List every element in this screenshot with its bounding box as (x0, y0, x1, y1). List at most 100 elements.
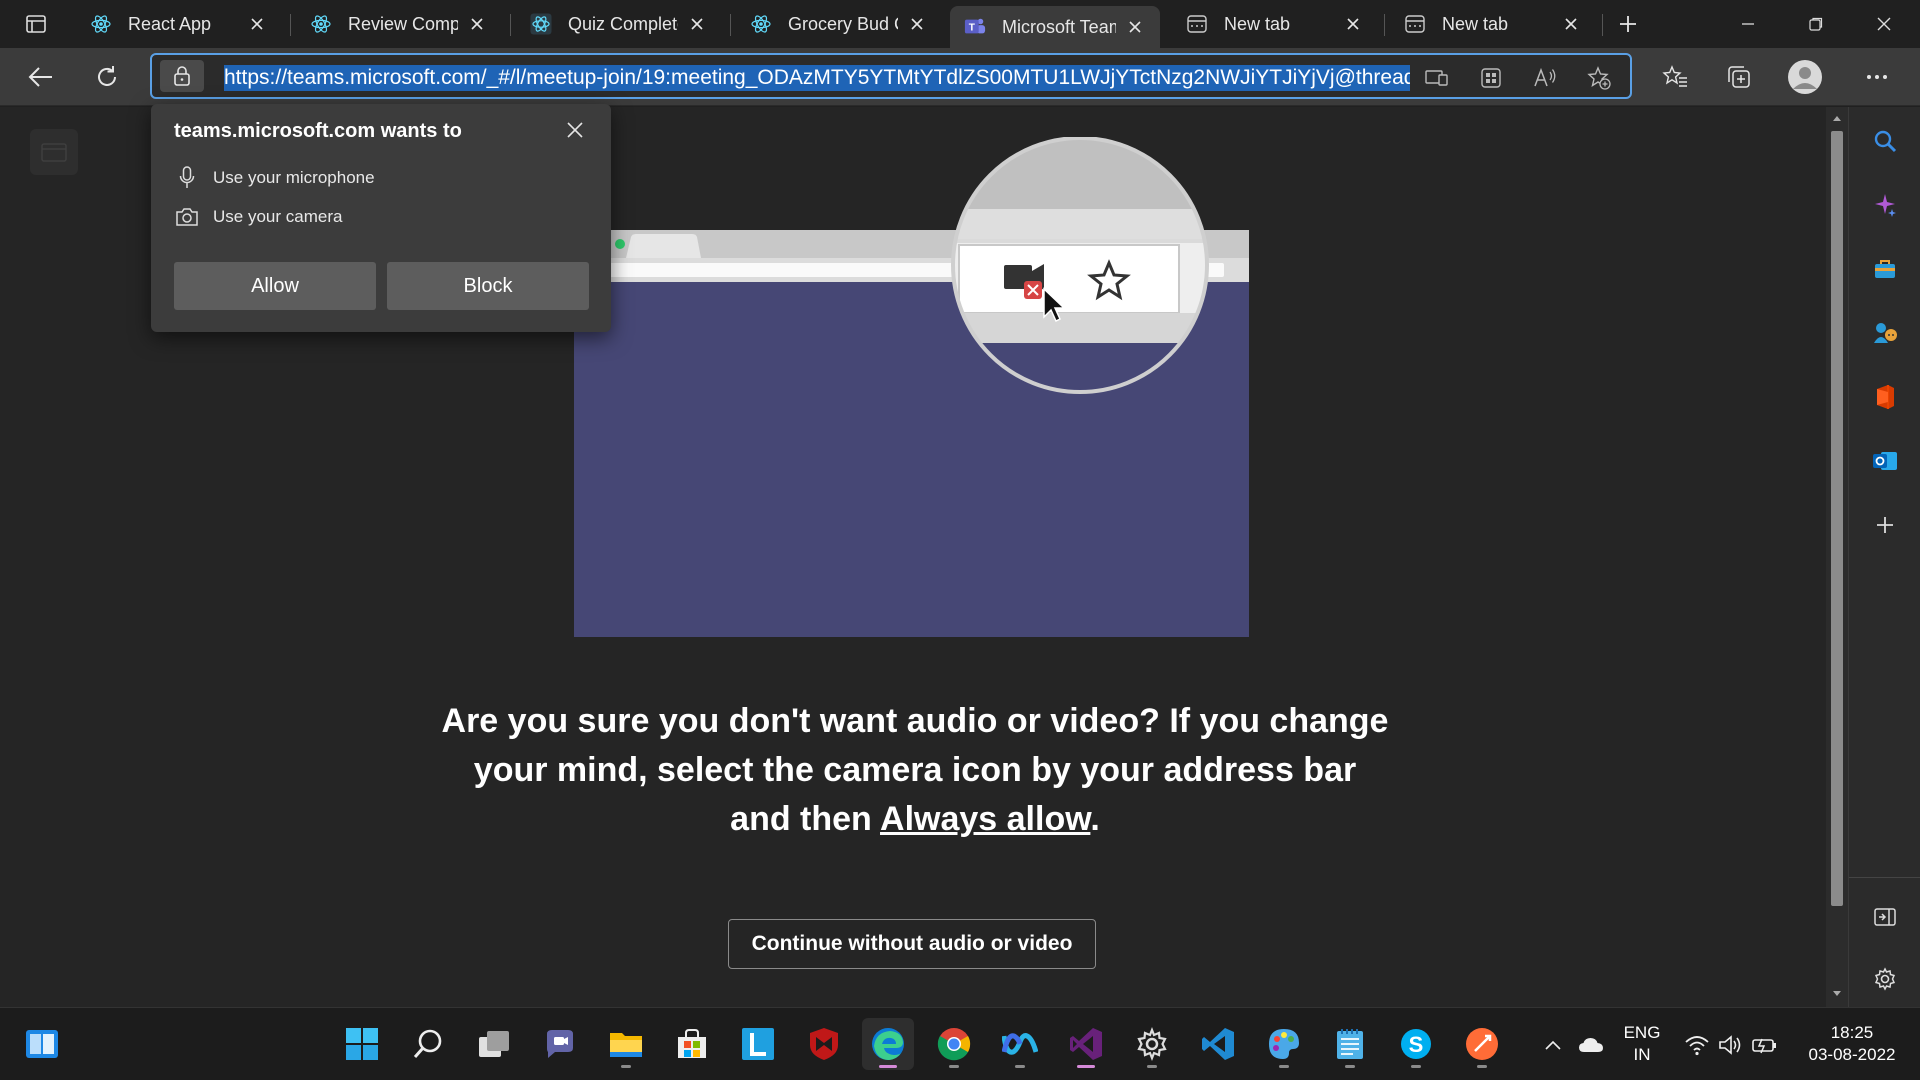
camera-label: Use your camera (213, 207, 343, 226)
tab-title: Review Complete (348, 13, 458, 34)
url-text[interactable]: https://teams.microsoft.com/_#/l/meetup-… (224, 65, 1410, 91)
tab-actions-button[interactable] (10, 8, 62, 40)
back-arrow-icon (28, 67, 52, 87)
battery-icon[interactable] (1750, 1030, 1780, 1060)
tab-new-tab-1[interactable]: New tab (1172, 6, 1378, 42)
sidebar-divider (1849, 877, 1920, 878)
onedrive-cloud-icon[interactable] (1576, 1030, 1606, 1060)
mcafee-icon[interactable] (798, 1018, 850, 1070)
running-indicator (1345, 1065, 1355, 1068)
chrome-icon[interactable] (928, 1018, 980, 1070)
tab-separator (1602, 14, 1603, 36)
scroll-down-arrow-icon[interactable] (1830, 987, 1844, 1001)
teams-app-icon (30, 129, 78, 175)
restore-button[interactable] (1782, 0, 1850, 48)
lock-icon (174, 66, 190, 86)
site-info-button[interactable] (160, 60, 204, 92)
close-icon[interactable] (466, 13, 488, 35)
close-icon[interactable] (246, 13, 268, 35)
react-icon (750, 13, 772, 35)
running-indicator (1411, 1065, 1421, 1068)
notepad-icon[interactable] (1324, 1018, 1376, 1070)
close-icon[interactable] (906, 13, 928, 35)
add-favorite-icon[interactable] (1584, 63, 1614, 93)
postman-icon[interactable] (1456, 1018, 1508, 1070)
profile-button[interactable] (1786, 58, 1824, 96)
close-window-button[interactable] (1850, 0, 1918, 48)
tab-title: New tab (1224, 13, 1291, 34)
headline-end: . (1090, 800, 1100, 838)
settings-gear-icon[interactable] (1126, 1018, 1178, 1070)
gear-icon[interactable] (1865, 959, 1905, 999)
back-button[interactable] (22, 58, 60, 96)
search-icon[interactable] (1865, 121, 1905, 161)
l-app-icon[interactable] (732, 1018, 784, 1070)
browser-toolbar: https://teams.microsoft.com/_#/l/meetup-… (0, 48, 1920, 106)
tab-review-complete[interactable]: Review Complete (296, 6, 502, 42)
favorites-button[interactable] (1656, 58, 1694, 96)
new-tab-page-icon (1404, 13, 1426, 35)
tab-strip: React App Review Complete Quiz Complete … (0, 0, 1920, 48)
edge-browser-icon[interactable] (862, 1018, 914, 1070)
office-icon[interactable] (1865, 377, 1905, 417)
new-tab-button[interactable] (1610, 8, 1646, 40)
language-indicator[interactable]: ENG IN (1618, 1022, 1666, 1066)
webex-icon[interactable] (994, 1018, 1046, 1070)
running-indicator (1015, 1065, 1025, 1068)
clock[interactable]: 18:25 03-08-2022 (1794, 1022, 1910, 1066)
visual-studio-icon[interactable] (1060, 1018, 1112, 1070)
start-windows-icon[interactable] (336, 1018, 388, 1070)
page-scrollbar[interactable] (1826, 107, 1848, 1007)
discover-sparkle-icon[interactable] (1865, 185, 1905, 225)
skype-icon[interactable]: S (1390, 1018, 1442, 1070)
microsoft-store-icon[interactable] (666, 1018, 718, 1070)
tab-quiz-complete[interactable]: Quiz Complete (516, 6, 722, 42)
minimize-button[interactable] (1714, 0, 1782, 48)
allow-button[interactable]: Allow (174, 262, 376, 310)
close-icon[interactable] (1342, 13, 1364, 35)
show-hidden-icons-chevron-up-icon[interactable] (1538, 1030, 1568, 1060)
close-icon[interactable] (559, 114, 591, 146)
teams-chat-icon[interactable] (534, 1018, 586, 1070)
paint-icon[interactable] (1258, 1018, 1310, 1070)
refresh-icon (98, 66, 116, 86)
plus-icon (1620, 16, 1636, 32)
tab-new-tab-2[interactable]: New tab (1390, 6, 1596, 42)
close-icon[interactable] (1560, 13, 1582, 35)
settings-and-more-button[interactable] (1858, 58, 1896, 96)
tab-group-icon[interactable] (1476, 63, 1506, 93)
outlook-icon[interactable] (1865, 441, 1905, 481)
svg-text:S: S (1409, 1032, 1424, 1057)
close-icon (1877, 17, 1891, 31)
vscode-icon[interactable] (1192, 1018, 1244, 1070)
microphone-label: Use your microphone (213, 168, 375, 187)
close-icon[interactable] (686, 13, 708, 35)
search-icon[interactable] (402, 1018, 454, 1070)
read-aloud-icon[interactable] (1530, 63, 1560, 93)
scroll-thumb[interactable] (1831, 131, 1843, 906)
volume-icon[interactable] (1716, 1030, 1746, 1060)
refresh-button[interactable] (88, 58, 126, 96)
hide-sidebar-icon[interactable] (1865, 897, 1905, 937)
tab-grocery-bud[interactable]: Grocery Bud Code (736, 6, 942, 42)
permission-camera-row: Use your camera (175, 203, 342, 231)
tab-microsoft-teams[interactable]: T Microsoft Teams (950, 6, 1160, 48)
continue-without-audio-video-button[interactable]: Continue without audio or video (728, 919, 1096, 969)
react-icon (310, 13, 332, 35)
address-bar[interactable]: https://teams.microsoft.com/_#/l/meetup-… (150, 53, 1632, 99)
wifi-icon[interactable] (1682, 1030, 1712, 1060)
games-icon[interactable] (1865, 313, 1905, 353)
close-icon[interactable] (1124, 16, 1146, 38)
app-available-icon[interactable] (1422, 63, 1452, 93)
widgets-icon[interactable] (16, 1018, 68, 1070)
add-sidebar-app-plus-icon[interactable] (1865, 505, 1905, 545)
file-explorer-icon[interactable] (600, 1018, 652, 1070)
collections-button[interactable] (1720, 58, 1758, 96)
running-indicator (1077, 1065, 1095, 1068)
block-button[interactable]: Block (387, 262, 589, 310)
tab-react-app[interactable]: React App (76, 6, 282, 42)
task-view-icon[interactable] (468, 1018, 520, 1070)
tab-separator (510, 14, 511, 36)
tools-icon[interactable] (1865, 249, 1905, 289)
scroll-up-arrow-icon[interactable] (1830, 111, 1844, 125)
